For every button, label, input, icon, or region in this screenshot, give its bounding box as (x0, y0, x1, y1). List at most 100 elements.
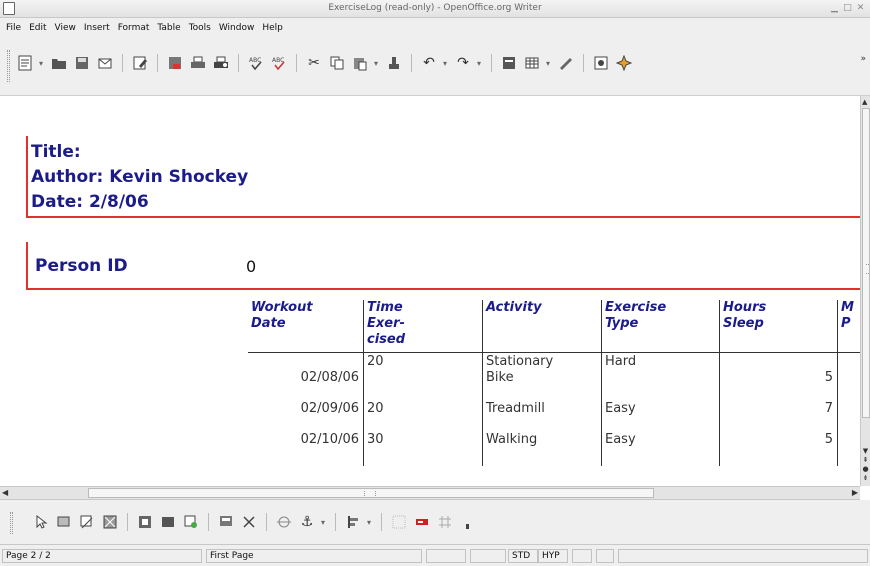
menu-bar: File Edit View Insert Format Table Tools… (0, 18, 870, 38)
toolbar-grip[interactable] (10, 512, 13, 534)
zoom-field[interactable] (426, 549, 466, 563)
menu-tools[interactable]: Tools (185, 23, 215, 33)
bring-forward-icon[interactable] (413, 513, 431, 531)
previous-page-icon[interactable]: ⇞ (861, 456, 870, 464)
color-mode-icon[interactable] (136, 513, 154, 531)
close-icon[interactable]: ✕ (855, 3, 866, 14)
doc-date-line: Date: 2/8/06 (31, 192, 149, 212)
table-cell-sleep: 7 (824, 401, 833, 416)
toolbar-grip[interactable] (7, 50, 10, 82)
align-icon[interactable] (344, 513, 362, 531)
title-bar: ExerciseLog (read-only) - OpenOffice.org… (0, 0, 870, 18)
toolbar-separator (208, 513, 209, 531)
paste-icon[interactable] (351, 54, 369, 72)
edit-file-icon[interactable] (16, 54, 34, 72)
select-pointer-icon[interactable] (32, 513, 50, 531)
export-pdf-icon[interactable] (166, 54, 184, 72)
copy-icon[interactable] (328, 54, 346, 72)
person-id-value: 0 (246, 257, 257, 276)
paste-dropdown-icon[interactable]: ▾ (374, 59, 380, 68)
frame-properties-icon[interactable] (159, 513, 177, 531)
person-id-label: Person ID (35, 256, 128, 276)
data-sources-icon[interactable] (615, 54, 633, 72)
align-dropdown-icon[interactable]: ▾ (367, 518, 373, 527)
menu-insert[interactable]: Insert (80, 23, 114, 33)
col-header-activity: Activity (486, 300, 542, 315)
graphics-mode-icon[interactable] (101, 513, 119, 531)
print-preview-icon[interactable] (212, 54, 230, 72)
crop-icon[interactable] (217, 513, 235, 531)
save-icon[interactable] (73, 54, 91, 72)
anchor-icon[interactable]: ⚓ (298, 513, 316, 531)
navigator-icon[interactable] (500, 54, 518, 72)
cut-icon[interactable]: ✂ (305, 54, 323, 72)
undo-icon[interactable]: ↶ (420, 54, 438, 72)
scroll-left-icon[interactable]: ◀ (2, 488, 8, 497)
clone-formatting-icon[interactable] (385, 54, 403, 72)
wrap-icon[interactable] (240, 513, 258, 531)
wrap-off-icon[interactable] (275, 513, 293, 531)
table-cell-date: 02/10/06 (300, 432, 359, 447)
hyperlink-mode-hyp[interactable]: HYP (538, 549, 568, 563)
toolbar-separator (411, 54, 412, 72)
table-dropdown-icon[interactable]: ▾ (546, 59, 552, 68)
table-cell-date: 02/08/06 (300, 370, 359, 385)
page-indicator[interactable]: Page 2 / 2 (2, 549, 202, 563)
print-icon[interactable] (189, 54, 207, 72)
gallery-icon[interactable] (592, 54, 610, 72)
scroll-up-icon[interactable]: ▲ (862, 98, 867, 106)
toolbar-separator (583, 54, 584, 72)
maximize-icon[interactable]: □ (842, 3, 853, 14)
edit-doc-icon[interactable] (131, 54, 149, 72)
redo-dropdown-icon[interactable]: ▾ (477, 59, 483, 68)
navigation-icon[interactable]: ● (861, 465, 870, 473)
horizontal-scroll-thumb[interactable] (88, 488, 654, 498)
anchor-dropdown-icon[interactable]: ▾ (321, 518, 327, 527)
toolbar-separator (122, 54, 123, 72)
table-icon[interactable] (523, 54, 541, 72)
col-header-hours-sleep: Hours Sleep (723, 300, 767, 331)
status-bar: Page 2 / 2 First Page STD HYP (0, 544, 870, 566)
insert-mode-field[interactable] (470, 549, 506, 563)
spellcheck-icon[interactable]: ABC (247, 54, 265, 72)
grid-icon[interactable] (436, 513, 454, 531)
menu-window[interactable]: Window (215, 23, 259, 33)
table-cell-sleep: 5 (824, 432, 833, 447)
menu-format[interactable]: Format (114, 23, 154, 33)
table-column-divider (719, 300, 720, 466)
horizontal-scrollbar[interactable]: ◀ ▶ (0, 486, 860, 500)
menu-file[interactable]: File (2, 23, 25, 33)
page-style[interactable]: First Page (206, 549, 422, 563)
toolbar-end-icon (459, 513, 477, 531)
signature-field (596, 549, 614, 563)
redo-icon[interactable]: ↷ (454, 54, 472, 72)
document-area[interactable]: Title: Author: Kevin Shockey Date: 2/8/0… (0, 96, 860, 486)
table-header-divider (248, 352, 860, 353)
transparency-icon[interactable] (182, 513, 200, 531)
autospellcheck-icon[interactable]: ABC (270, 54, 288, 72)
insert-caption-icon[interactable] (55, 513, 73, 531)
scroll-down-icon[interactable]: ▼ (861, 447, 870, 455)
selection-mode-std[interactable]: STD (508, 549, 538, 563)
next-page-icon[interactable]: ⇟ (861, 474, 870, 482)
minimize-icon[interactable]: ▁ (829, 3, 840, 14)
doc-title-line: Title: (31, 142, 81, 162)
menu-edit[interactable]: Edit (25, 23, 50, 33)
draw-functions-icon[interactable] (557, 54, 575, 72)
vertical-scrollbar[interactable]: ▲ ▼ ⇞ ● ⇟ (860, 96, 870, 486)
menu-help[interactable]: Help (258, 23, 287, 33)
scroll-right-icon[interactable]: ▶ (852, 488, 858, 497)
toolbar-separator (127, 513, 128, 531)
open-folder-icon[interactable] (50, 54, 68, 72)
toolbar-overflow-icon[interactable]: » (860, 54, 866, 64)
email-icon[interactable] (96, 54, 114, 72)
arrange-icon[interactable] (390, 513, 408, 531)
vertical-scroll-thumb[interactable] (862, 108, 870, 418)
toolbar-separator (335, 513, 336, 531)
image-filter-icon[interactable] (78, 513, 96, 531)
new-dropdown-icon[interactable]: ▾ (39, 59, 45, 68)
undo-dropdown-icon[interactable]: ▾ (443, 59, 449, 68)
menu-view[interactable]: View (51, 23, 80, 33)
col-header-exercise-type: Exercise Type (605, 300, 667, 331)
menu-table[interactable]: Table (153, 23, 184, 33)
